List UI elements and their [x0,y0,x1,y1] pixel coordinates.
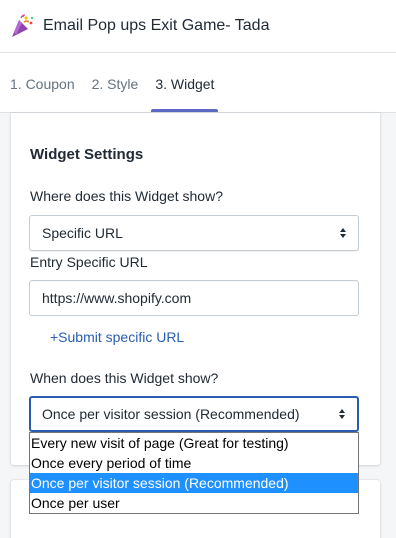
tab-style[interactable]: 2. Style [92,53,139,112]
tab-widget[interactable]: 3. Widget [151,53,219,112]
when-select-value: Once per visitor session (Recommended) [42,406,300,422]
where-label: Where does this Widget show? [30,188,223,204]
where-select[interactable]: Specific URL [29,215,359,251]
select-arrows-icon [339,409,345,419]
when-select[interactable]: Once per visitor session (Recommended) [29,396,359,432]
when-label: When does this Widget show? [30,370,219,386]
app-header: Email Pop ups Exit Game- Tada [0,0,396,53]
tab-coupon[interactable]: 1. Coupon [10,53,75,112]
app-title: Email Pop ups Exit Game- Tada [43,17,270,34]
when-options-list: Every new visit of page (Great for testi… [29,432,359,514]
party-popper-icon [12,14,34,37]
option-every-new-visit[interactable]: Every new visit of page (Great for testi… [30,433,358,453]
select-arrows-icon [340,228,346,238]
option-once-per-user[interactable]: Once per user [30,493,358,513]
section-title: Widget Settings [30,146,144,163]
option-once-per-session[interactable]: Once per visitor session (Recommended) [30,473,358,493]
tab-bar: 1. Coupon 2. Style 3. Widget [0,53,396,113]
submit-url-link[interactable]: +Submit specific URL [50,329,184,345]
entry-url-input[interactable] [29,280,359,316]
entry-url-label: Entry Specific URL [30,254,148,270]
option-once-every-period[interactable]: Once every period of time [30,453,358,473]
where-select-value: Specific URL [42,225,123,241]
